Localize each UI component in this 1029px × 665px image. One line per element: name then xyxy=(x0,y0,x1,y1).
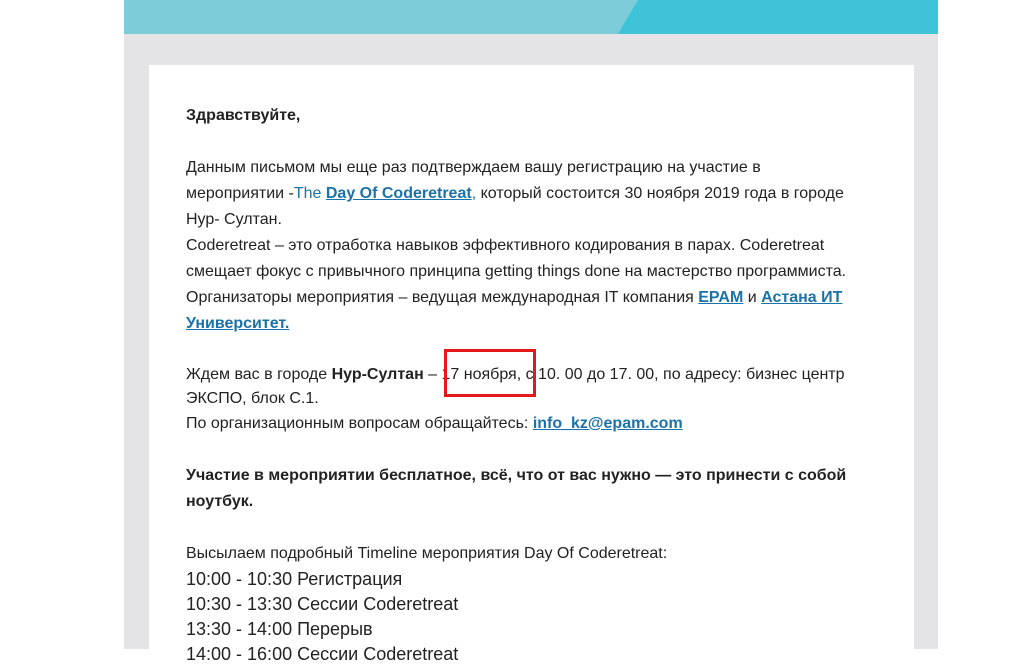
p1-line2-post: который состоится 30 ноября 2019 года в … xyxy=(476,185,844,202)
timeline-item: 10:00 - 10:30 Регистрация xyxy=(186,569,403,589)
contact-email-link[interactable]: info_kz@epam.com xyxy=(533,415,683,432)
city: Нур-Султан xyxy=(331,366,424,383)
astana-it-link[interactable]: Астана ИТ xyxy=(761,289,842,306)
p1-line1: Данным письмом мы еще раз подтверждаем в… xyxy=(186,159,761,176)
date-highlight-box xyxy=(444,349,536,397)
p1-line7: Университет. xyxy=(186,314,289,334)
p1-and: и xyxy=(743,289,762,306)
event-link[interactable]: Day Of Coderetreat xyxy=(326,185,472,202)
p1-the: The xyxy=(293,185,326,202)
p3-line2: ноутбук. xyxy=(186,493,254,510)
epam-link[interactable]: EPAM xyxy=(698,289,743,306)
p1-line2-pre: мероприятии - xyxy=(186,185,294,202)
timeline-intro: Высылаем подробный Timeline мероприятия … xyxy=(186,545,668,562)
p1-line6-pre: Организаторы мероприятия – ведущая между… xyxy=(186,289,699,306)
p2-dash: – xyxy=(423,366,442,383)
p1-line2: мероприятии -The Day Of Coderetreat, кот… xyxy=(186,184,844,204)
p2-line3: По организационным вопросам обращайтесь:… xyxy=(186,414,683,434)
p2-line3-pre: По организационным вопросам обращайтесь: xyxy=(186,415,533,432)
email-header-banner xyxy=(124,0,938,34)
timeline-item: 13:30 - 14:00 Перерыв xyxy=(186,619,373,639)
astana-university-link[interactable]: Университет. xyxy=(186,315,289,332)
p2-line1-post: , с 10. 00 до 17. 00, по адресу: бизнес … xyxy=(516,366,845,383)
greeting: Здравствуйте, xyxy=(186,107,301,124)
p2-line2: ЭКСПО, блок С.1. xyxy=(186,390,319,407)
p1-line4: Coderetreat – это отработка навыков эффе… xyxy=(186,237,825,254)
p1-line5: смещает фокус с привычного принципа gett… xyxy=(186,263,847,280)
banner-accent-shape xyxy=(618,0,938,34)
timeline-item: 14:00 - 16:00 Сессии Coderetreat xyxy=(186,644,459,664)
p2-line1-pre: Ждем вас в городе xyxy=(186,366,332,383)
p3-line1: Участие в мероприятии бесплатное, всё, ч… xyxy=(186,467,847,484)
timeline-item: 10:30 - 13:30 Сессии Coderetreat xyxy=(186,594,459,614)
p1-line3: Нур- Султан. xyxy=(186,211,282,228)
p1-line6: Организаторы мероприятия – ведущая между… xyxy=(186,288,842,308)
